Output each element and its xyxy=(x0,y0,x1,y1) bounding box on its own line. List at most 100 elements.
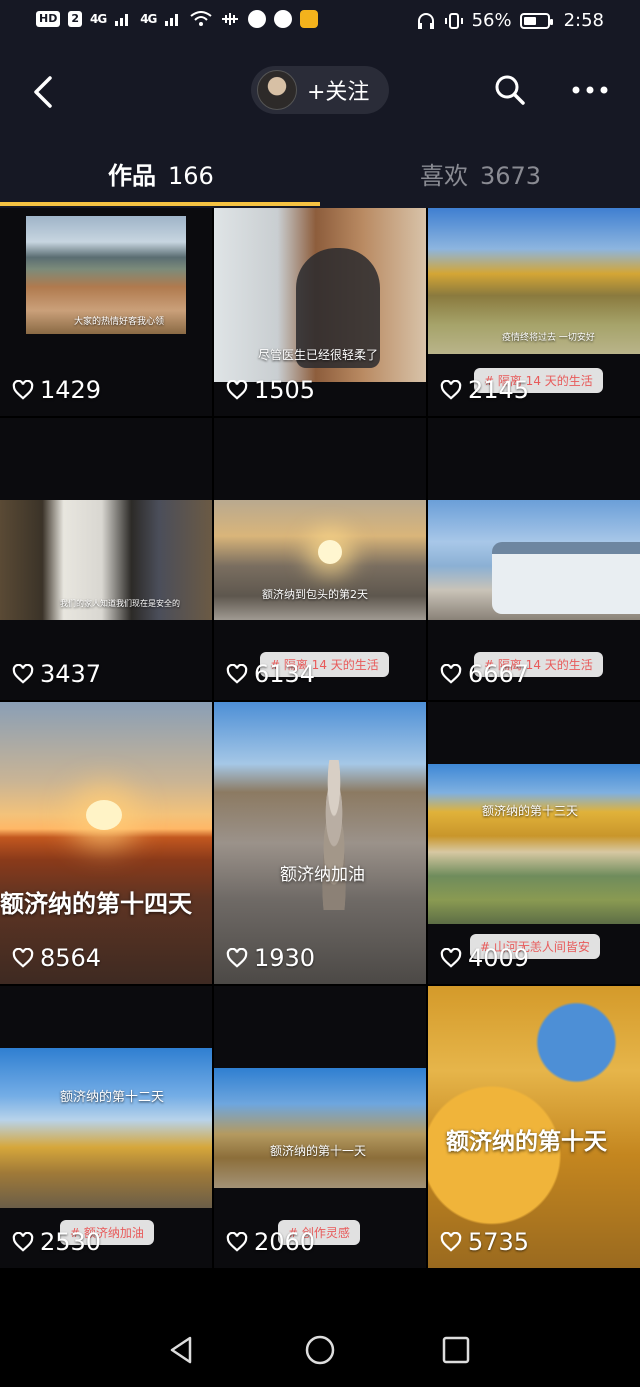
video-caption: 疫情终将过去 一切安好 xyxy=(502,333,595,343)
video-card[interactable]: 额济纳的第十天 5735 xyxy=(428,986,640,1268)
video-title: 额济纳的第十二天 xyxy=(60,1090,165,1105)
video-title: 额济纳到包头的第2天 xyxy=(262,588,368,601)
basketball-icon xyxy=(274,10,293,28)
heart-icon xyxy=(226,380,248,400)
like-count: 3437 xyxy=(12,660,101,688)
video-caption: 我们的家人知道我们现在是安全的 xyxy=(60,599,180,608)
video-thumbnail xyxy=(214,1068,426,1188)
heart-icon xyxy=(12,380,34,400)
like-count: 6667 xyxy=(440,660,529,688)
video-title: 额济纳的第十三天 xyxy=(482,804,579,818)
video-card[interactable]: 额济纳的第十一天 # 创作灵感 2060 xyxy=(214,986,426,1268)
stone-stack xyxy=(310,760,358,910)
video-thumbnail xyxy=(0,1048,212,1208)
like-count-value: 5735 xyxy=(468,1228,530,1256)
bus-shape xyxy=(492,542,640,614)
like-count-value: 6134 xyxy=(254,660,316,688)
heart-icon xyxy=(12,664,34,684)
like-count: 2145 xyxy=(440,376,529,404)
follow-button[interactable]: +关注 xyxy=(251,66,389,114)
video-card[interactable]: 额济纳加油 1930 xyxy=(214,702,426,984)
like-count-value: 4009 xyxy=(468,944,530,972)
like-count-value: 2530 xyxy=(40,1228,102,1256)
system-nav-bar xyxy=(0,1312,640,1387)
follow-label: +关注 xyxy=(307,80,370,105)
video-card[interactable]: 尽管医生已经很轻柔了 1505 xyxy=(214,208,426,416)
hd-badge: HD xyxy=(36,11,61,27)
nav-recents-icon[interactable] xyxy=(438,1332,474,1368)
like-count: 1505 xyxy=(226,376,315,404)
like-count: 5735 xyxy=(440,1228,529,1256)
video-thumbnail xyxy=(0,702,212,984)
tab-works[interactable]: 作品 166 xyxy=(108,156,214,191)
like-count-value: 1930 xyxy=(254,944,316,972)
video-card[interactable]: 额济纳的第十二天 # 额济纳加油 2530 xyxy=(0,986,212,1268)
search-icon[interactable] xyxy=(492,72,528,108)
heart-icon xyxy=(12,948,34,968)
video-card[interactable]: 疫情终将过去 一切安好 # 隔离 14 天的生活 2145 xyxy=(428,208,640,416)
avatar[interactable] xyxy=(257,70,297,110)
heart-icon xyxy=(226,1232,248,1252)
like-count-value: 1505 xyxy=(254,376,316,404)
like-count-value: 1429 xyxy=(40,376,102,404)
status-left: HD 2 4G 4G xyxy=(36,10,319,28)
signal-bars-icon xyxy=(115,14,129,26)
heart-icon xyxy=(226,664,248,684)
more-icon[interactable] xyxy=(568,74,612,106)
signal-2-label: 4G xyxy=(140,12,157,26)
headphones-icon xyxy=(417,12,434,29)
profile-tabs: 作品 166 喜欢 3673 xyxy=(0,140,640,208)
like-count: 2060 xyxy=(226,1228,315,1256)
weibo-icon xyxy=(300,10,319,28)
nav-back-icon[interactable] xyxy=(164,1332,200,1368)
nfc-icon xyxy=(222,13,239,25)
wifi-icon xyxy=(190,11,213,26)
profile-header: +关注 xyxy=(0,44,640,140)
like-count: 8564 xyxy=(12,944,101,972)
vibrate-icon xyxy=(444,12,463,29)
video-title: 额济纳的第十一天 xyxy=(270,1144,367,1158)
video-caption: 尽管医生已经很轻柔了 xyxy=(258,348,379,362)
video-card[interactable]: 我们的家人知道我们现在是安全的 3437 xyxy=(0,418,212,700)
tab-works-count: 166 xyxy=(168,162,214,190)
like-count-value: 8564 xyxy=(40,944,102,972)
video-title: 额济纳的第十四天 xyxy=(0,890,192,918)
like-count: 6134 xyxy=(226,660,315,688)
battery-percent: 56% xyxy=(471,10,512,31)
tab-likes[interactable]: 喜欢 3673 xyxy=(420,156,541,191)
heart-icon xyxy=(226,948,248,968)
qq-icon xyxy=(248,10,267,28)
heart-icon xyxy=(12,1232,34,1252)
status-right: 56% 2:58 xyxy=(416,10,604,31)
video-card[interactable]: # 隔离 14 天的生活 6667 xyxy=(428,418,640,700)
video-card[interactable]: 大家的热情好客我心领 1429 xyxy=(0,208,212,416)
sun-glow xyxy=(86,800,122,830)
video-caption: 大家的热情好客我心领 xyxy=(74,317,165,327)
back-arrow-icon[interactable] xyxy=(24,70,64,114)
like-count: 2530 xyxy=(12,1228,101,1256)
status-bar: HD 2 4G 4G 56% 2:58 xyxy=(0,0,640,44)
video-card[interactable]: 额济纳的第十四天 8564 xyxy=(0,702,212,984)
tab-likes-label: 喜欢 xyxy=(420,162,468,190)
battery-icon xyxy=(519,12,553,29)
tab-indicator xyxy=(0,202,320,206)
video-title: 额济纳加油 xyxy=(280,865,365,885)
heart-icon xyxy=(440,380,462,400)
heart-icon xyxy=(440,664,462,684)
nav-home-icon[interactable] xyxy=(302,1332,338,1368)
sim-badge: 2 xyxy=(68,11,82,27)
heart-icon xyxy=(440,1232,462,1252)
video-title: 额济纳的第十天 xyxy=(446,1129,607,1155)
video-thumbnail xyxy=(428,764,640,924)
sun-glow xyxy=(318,540,342,564)
like-count: 1429 xyxy=(12,376,101,404)
like-count-value: 6667 xyxy=(468,660,530,688)
like-count: 1930 xyxy=(226,944,315,972)
signal-bars-icon xyxy=(165,14,179,26)
like-count-value: 2145 xyxy=(468,376,530,404)
video-card[interactable]: 额济纳到包头的第2天 # 隔离 14 天的生活 6134 xyxy=(214,418,426,700)
tab-likes-count: 3673 xyxy=(480,162,542,190)
video-grid: 大家的热情好客我心领 1429 尽管医生已经很轻柔了 1505 疫情终将过去 一… xyxy=(0,208,640,1312)
video-card[interactable]: 额济纳的第十三天 # 山河无恙人间皆安 4009 xyxy=(428,702,640,984)
battery-fill xyxy=(523,16,536,25)
